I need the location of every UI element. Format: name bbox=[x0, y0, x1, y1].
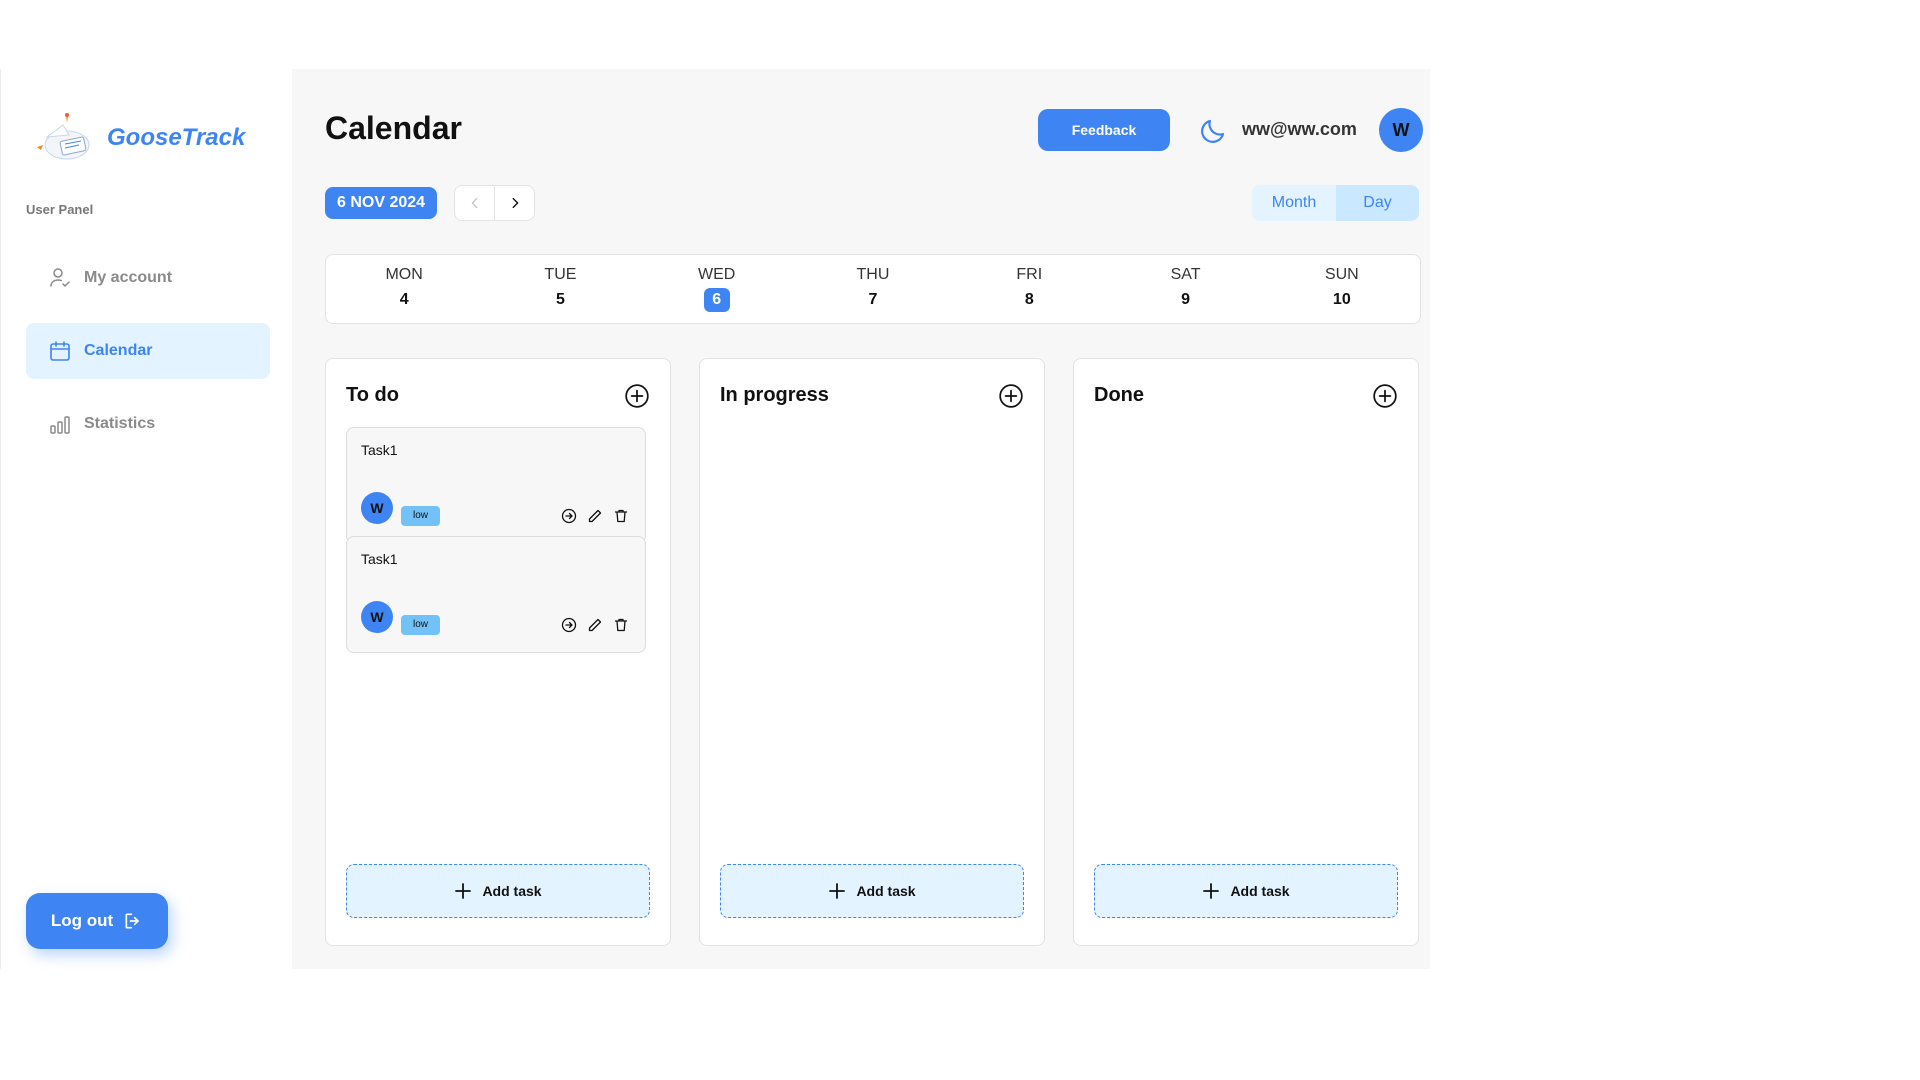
app-window: GooseTrack User Panel My account Calenda… bbox=[0, 69, 1430, 969]
day-name: THU bbox=[856, 266, 890, 283]
task-actions bbox=[561, 617, 629, 633]
plus-icon bbox=[1203, 883, 1220, 899]
logout-button[interactable]: Log out bbox=[26, 893, 168, 949]
feedback-button[interactable]: Feedback bbox=[1038, 109, 1170, 151]
next-day-button[interactable] bbox=[494, 186, 534, 220]
prev-day-button[interactable] bbox=[455, 186, 494, 220]
day-number-selected: 6 bbox=[703, 288, 730, 312]
day-name: SUN bbox=[1324, 266, 1359, 283]
avatar[interactable]: W bbox=[1379, 108, 1423, 152]
task-title: Task1 bbox=[361, 551, 398, 567]
day-number: 4 bbox=[399, 291, 409, 308]
task-title: Task1 bbox=[361, 442, 398, 458]
user-email: ww@ww.com bbox=[1242, 119, 1357, 139]
day-number: 5 bbox=[555, 291, 565, 308]
task-card[interactable]: Task1 W low bbox=[346, 536, 646, 653]
add-task-label: Add task bbox=[856, 883, 916, 899]
column-title: In progress bbox=[720, 384, 829, 406]
task-avatar: W bbox=[361, 601, 393, 633]
date-navigation bbox=[454, 185, 535, 221]
calendar-icon bbox=[50, 341, 70, 361]
add-task-button[interactable]: Add task bbox=[720, 864, 1024, 918]
current-date-badge: 6 NOV 2024 bbox=[325, 187, 438, 219]
day-cell-wed[interactable]: WED 6 bbox=[639, 255, 795, 323]
user-check-icon bbox=[50, 268, 70, 288]
view-day-button[interactable]: Day bbox=[1336, 185, 1419, 221]
week-strip: MON 4 TUE 5 WED 6 THU 7 FRI 8 SAT 9 SUN … bbox=[325, 254, 1421, 324]
task-board: To do Task1 W low Task1 W low Add task I… bbox=[325, 358, 1419, 946]
column-in-progress: In progress Add task bbox=[699, 358, 1045, 946]
add-task-button[interactable]: Add task bbox=[1094, 864, 1398, 918]
chevron-left-icon bbox=[471, 197, 477, 209]
column-done: Done Add task bbox=[1073, 358, 1419, 946]
add-task-label: Add task bbox=[482, 883, 542, 899]
brand-name: GooseTrack bbox=[107, 124, 246, 151]
day-cell-tue[interactable]: TUE 5 bbox=[482, 255, 638, 323]
edit-pencil-icon[interactable] bbox=[587, 508, 603, 524]
add-task-label: Add task bbox=[1230, 883, 1290, 899]
logout-label: Log out bbox=[50, 911, 114, 930]
sidebar-item-calendar[interactable]: Calendar bbox=[26, 323, 270, 379]
sidebar-nav: My account Calendar Statistics bbox=[26, 250, 270, 469]
goose-logo-icon bbox=[37, 113, 90, 160]
chevron-right-icon bbox=[512, 197, 518, 209]
day-name: MON bbox=[385, 266, 423, 283]
move-task-icon[interactable] bbox=[561, 617, 577, 633]
day-number: 9 bbox=[1181, 291, 1190, 308]
task-card[interactable]: Task1 W low bbox=[346, 427, 646, 544]
day-number: 8 bbox=[1024, 291, 1034, 308]
view-month-button[interactable]: Month bbox=[1252, 185, 1336, 221]
view-toggle: Month Day bbox=[1252, 185, 1419, 221]
main-content: Calendar Feedback ww@ww.com W 6 NOV 2024… bbox=[292, 69, 1430, 969]
plus-icon bbox=[455, 883, 472, 899]
column-title: To do bbox=[346, 384, 399, 406]
user-panel-label: User Panel bbox=[26, 202, 94, 217]
day-cell-sat[interactable]: SAT 9 bbox=[1107, 255, 1263, 323]
priority-badge: low bbox=[401, 615, 441, 635]
sidebar-item-statistics[interactable]: Statistics bbox=[26, 396, 270, 452]
page-title: Calendar bbox=[325, 110, 462, 146]
sidebar-item-label: Statistics bbox=[84, 415, 156, 432]
add-circle-icon[interactable] bbox=[624, 383, 650, 409]
logout-icon bbox=[125, 913, 139, 929]
sidebar-item-label: Calendar bbox=[84, 342, 153, 359]
bar-chart-icon bbox=[50, 416, 70, 434]
add-task-button[interactable]: Add task bbox=[346, 864, 650, 918]
task-avatar: W bbox=[361, 492, 393, 524]
add-circle-icon[interactable] bbox=[998, 383, 1024, 409]
trash-icon[interactable] bbox=[613, 617, 629, 633]
day-cell-sun[interactable]: SUN 10 bbox=[1264, 255, 1420, 323]
add-circle-icon[interactable] bbox=[1372, 383, 1398, 409]
day-name: WED bbox=[698, 266, 736, 283]
sidebar-item-label: My account bbox=[84, 269, 173, 286]
plus-icon bbox=[829, 883, 846, 899]
day-name: TUE bbox=[544, 266, 577, 283]
task-actions bbox=[561, 508, 629, 524]
day-name: SAT bbox=[1170, 266, 1201, 283]
moon-icon[interactable] bbox=[1198, 116, 1228, 146]
column-title: Done bbox=[1094, 384, 1144, 406]
day-number: 10 bbox=[1332, 291, 1351, 308]
day-cell-fri[interactable]: FRI 8 bbox=[951, 255, 1107, 323]
day-number: 7 bbox=[868, 291, 878, 308]
trash-icon[interactable] bbox=[613, 508, 629, 524]
logo[interactable]: GooseTrack bbox=[29, 107, 245, 169]
priority-badge: low bbox=[401, 506, 441, 526]
column-todo: To do Task1 W low Task1 W low Add task bbox=[325, 358, 671, 946]
sidebar-item-my-account[interactable]: My account bbox=[26, 250, 270, 306]
day-cell-thu[interactable]: THU 7 bbox=[795, 255, 951, 323]
day-cell-mon[interactable]: MON 4 bbox=[326, 255, 482, 323]
day-name: FRI bbox=[1016, 266, 1043, 283]
sidebar: GooseTrack User Panel My account Calenda… bbox=[0, 69, 292, 969]
move-task-icon[interactable] bbox=[561, 508, 577, 524]
edit-pencil-icon[interactable] bbox=[587, 617, 603, 633]
